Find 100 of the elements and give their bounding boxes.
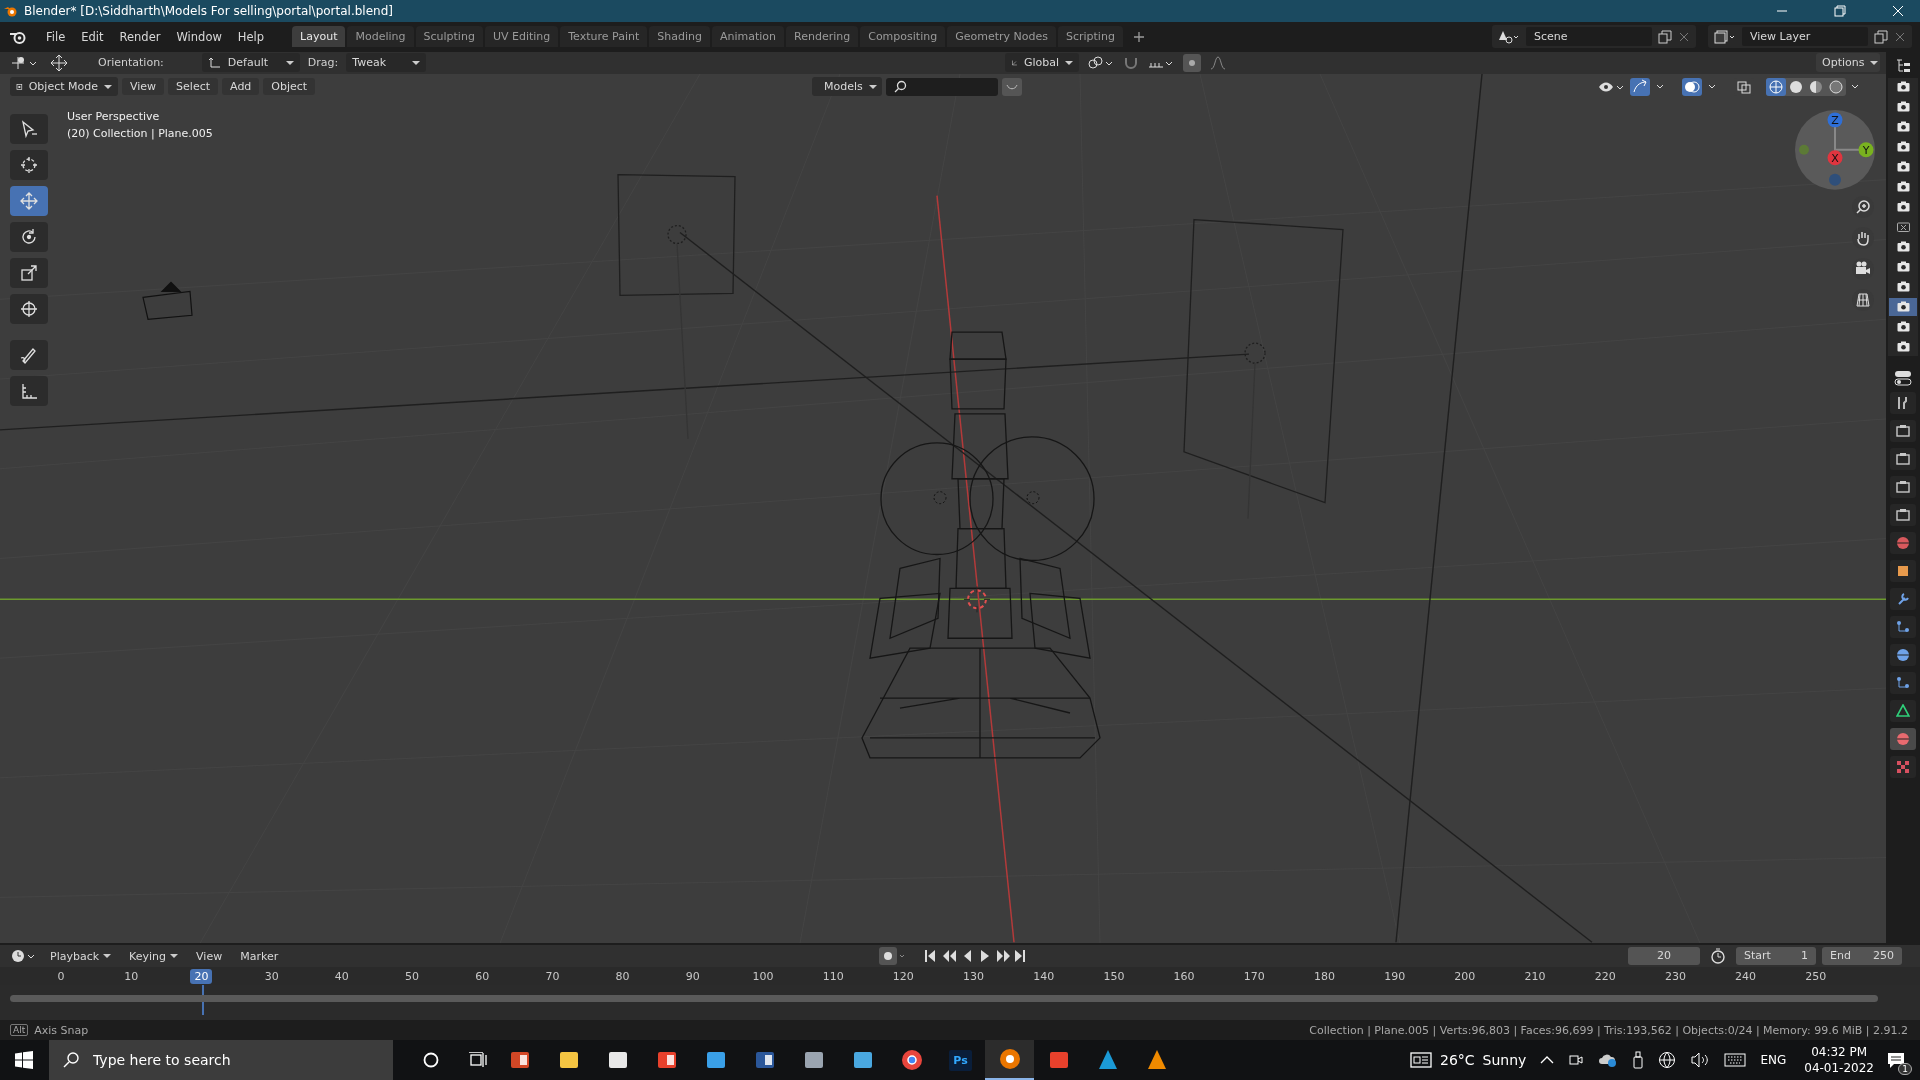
menu-item[interactable]: Select bbox=[168, 78, 219, 96]
task-view-icon[interactable] bbox=[469, 1052, 487, 1068]
scene-selector[interactable]: Scene bbox=[1492, 25, 1696, 49]
outliner-icon[interactable] bbox=[1895, 57, 1911, 74]
transform-orientation-dropdown[interactable]: Global bbox=[1005, 53, 1080, 73]
copy-icon[interactable] bbox=[1874, 29, 1888, 44]
axis-dot[interactable] bbox=[1829, 173, 1841, 186]
move-icon[interactable] bbox=[48, 53, 70, 72]
properties-tab[interactable] bbox=[1890, 755, 1916, 778]
axis-dot[interactable] bbox=[1827, 112, 1843, 128]
cloud-icon[interactable] bbox=[1598, 1052, 1619, 1068]
scrollbar[interactable] bbox=[10, 995, 1878, 1003]
chevron-up-icon[interactable] bbox=[1540, 1055, 1555, 1065]
menu-dropdown[interactable]: Keying bbox=[123, 948, 185, 964]
menu-dropdown[interactable]: Playback bbox=[44, 948, 118, 964]
properties-tab[interactable] bbox=[1890, 671, 1916, 694]
circle-icon[interactable] bbox=[423, 1052, 439, 1068]
navigation-gizmo[interactable]: Z Y X bbox=[1795, 109, 1875, 190]
news-icon[interactable] bbox=[1410, 1052, 1432, 1068]
language-indicator[interactable]: ENG bbox=[1760, 1053, 1787, 1067]
properties-tab[interactable] bbox=[1890, 447, 1916, 470]
workspace-tab[interactable]: Sculpting bbox=[415, 26, 483, 48]
copy-icon[interactable] bbox=[1658, 29, 1672, 44]
properties-tab[interactable] bbox=[1890, 419, 1916, 442]
workspace-tab[interactable]: Animation bbox=[711, 26, 785, 48]
properties-tab[interactable] bbox=[1890, 391, 1916, 414]
temperature-text[interactable]: 26°C bbox=[1440, 1052, 1475, 1068]
search-field[interactable] bbox=[886, 77, 998, 96]
properties-tab[interactable] bbox=[1890, 699, 1916, 722]
workspace-tab[interactable]: Layout bbox=[292, 26, 346, 48]
tool-button[interactable] bbox=[10, 293, 48, 324]
menu-item[interactable]: Object bbox=[263, 78, 316, 96]
workspace-tab[interactable]: Compositing bbox=[860, 26, 946, 48]
properties-tab[interactable] bbox=[1890, 587, 1916, 610]
search-input[interactable]: Type here to search bbox=[91, 1051, 375, 1069]
view-layer-selector[interactable]: View Layer bbox=[1708, 25, 1912, 49]
menu-item[interactable]: Edit bbox=[73, 29, 112, 44]
properties-tab[interactable] bbox=[1890, 531, 1916, 554]
proportional-icon[interactable] bbox=[1183, 53, 1202, 72]
windows-logo-icon[interactable] bbox=[15, 1051, 33, 1069]
properties-tab[interactable] bbox=[1890, 559, 1916, 582]
orientation-dropdown[interactable]: Default bbox=[201, 53, 300, 73]
globe-icon[interactable] bbox=[1658, 1051, 1677, 1069]
properties-tab[interactable] bbox=[1890, 503, 1916, 526]
menu-item[interactable]: Window bbox=[168, 29, 230, 44]
restore-icon[interactable] bbox=[1834, 4, 1846, 17]
tool-button[interactable] bbox=[10, 149, 48, 180]
menu-item[interactable]: Add bbox=[222, 78, 260, 96]
properties-tab[interactable] bbox=[1890, 615, 1916, 638]
taskbar-app[interactable]: Ps bbox=[936, 1040, 985, 1080]
notification-icon[interactable] bbox=[1886, 1050, 1906, 1070]
workspace-tab[interactable]: Rendering bbox=[786, 26, 859, 48]
tool-button[interactable] bbox=[10, 221, 48, 252]
workspace-tab[interactable]: UV Editing bbox=[484, 26, 559, 48]
weather-text[interactable]: Sunny bbox=[1482, 1052, 1527, 1068]
end-frame-field[interactable]: End 250 bbox=[1822, 947, 1902, 966]
workspace-tab[interactable]: Texture Paint bbox=[560, 26, 648, 48]
keyboard-icon[interactable] bbox=[1724, 1053, 1747, 1067]
close-icon[interactable] bbox=[1892, 4, 1904, 17]
stopwatch-icon[interactable] bbox=[1710, 948, 1726, 965]
tool-button[interactable] bbox=[10, 375, 48, 406]
render-toggle[interactable] bbox=[1889, 297, 1917, 316]
speaker-icon[interactable] bbox=[1690, 1052, 1711, 1068]
funnel-icon[interactable] bbox=[1002, 77, 1022, 96]
current-frame-field[interactable]: 20 bbox=[1628, 947, 1700, 966]
clock[interactable]: 04:32 PM 04-01-2022 bbox=[1804, 1044, 1874, 1076]
menu-item[interactable]: Render bbox=[111, 29, 169, 44]
axis-dot[interactable] bbox=[1827, 150, 1843, 166]
menu-item[interactable]: Help bbox=[229, 29, 273, 44]
properties-tab[interactable] bbox=[1890, 475, 1916, 498]
usb-drive-icon[interactable] bbox=[1632, 1051, 1645, 1069]
workspace-tab[interactable]: Scripting bbox=[1057, 26, 1123, 48]
tool-button[interactable] bbox=[10, 339, 48, 370]
camera-icon[interactable] bbox=[1568, 1052, 1585, 1068]
collection-filter-dropdown[interactable]: Models bbox=[812, 77, 882, 97]
frame-number: 200 bbox=[1453, 968, 1477, 984]
axis-dot[interactable] bbox=[1799, 144, 1809, 155]
workspace-tab[interactable]: Shading bbox=[649, 26, 710, 48]
properties-tab[interactable] bbox=[1890, 727, 1916, 750]
tool-button[interactable] bbox=[10, 185, 48, 216]
tool-button[interactable] bbox=[10, 113, 48, 144]
properties-tab[interactable] bbox=[1890, 643, 1916, 666]
menu-item[interactable]: View bbox=[190, 948, 229, 964]
search-field[interactable]: Type here to search bbox=[49, 1040, 393, 1080]
plus-icon[interactable] bbox=[1132, 30, 1145, 43]
tool-button[interactable] bbox=[10, 257, 48, 288]
taskbar-app[interactable] bbox=[985, 1040, 1034, 1080]
axis-dot[interactable] bbox=[1858, 142, 1874, 158]
options-dropdown[interactable]: Options bbox=[1816, 53, 1880, 73]
menu-item[interactable]: Marker bbox=[234, 948, 285, 964]
menu-item[interactable]: View bbox=[122, 78, 165, 96]
menu-item[interactable]: File bbox=[38, 29, 74, 44]
toggle-icon[interactable] bbox=[1894, 369, 1912, 386]
blender-logo-icon[interactable] bbox=[10, 29, 26, 44]
drag-dropdown[interactable]: Tweak bbox=[346, 53, 427, 73]
start-frame-field[interactable]: Start 1 bbox=[1736, 947, 1816, 966]
camera-icon bbox=[1896, 261, 1910, 273]
workspace-tab[interactable]: Geometry Nodes bbox=[947, 26, 1056, 48]
workspace-tab[interactable]: Modeling bbox=[347, 26, 414, 48]
mode-dropdown[interactable]: Object Mode bbox=[10, 77, 118, 97]
